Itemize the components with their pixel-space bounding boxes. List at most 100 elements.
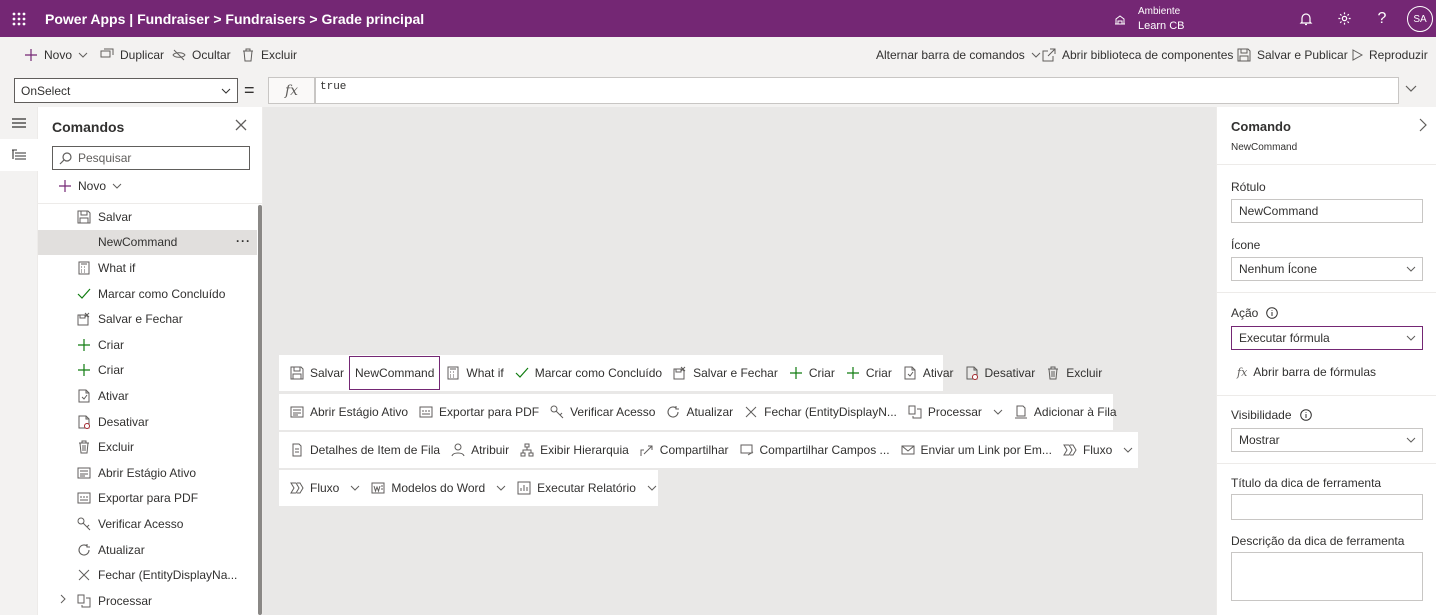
save-publish-button[interactable]: Salvar e Publicar [1237, 37, 1348, 73]
visibility-title-row: Visibilidade [1231, 408, 1312, 422]
tooltip-description-input[interactable] [1231, 552, 1423, 601]
delete-button[interactable]: Excluir [241, 37, 297, 73]
tooltip-title-input[interactable] [1231, 494, 1423, 520]
tree-item[interactable]: Processar [38, 588, 257, 614]
tree-item[interactable]: Desativar [38, 409, 257, 435]
action-dropdown-value: Executar fórmula [1239, 331, 1330, 345]
canvas-command-button[interactable]: Fluxo [284, 470, 365, 506]
tree-item[interactable]: Marcar como Concluído [38, 281, 257, 307]
fx-icon[interactable]: fx [268, 77, 315, 104]
canvas-command-button[interactable]: Compartilhar [634, 432, 734, 468]
more-options-icon[interactable]: ··· [236, 234, 251, 248]
canvas-command-button[interactable]: Detalhes de Item de Fila [284, 432, 445, 468]
play-button[interactable]: Reproduzir [1351, 37, 1428, 73]
word-icon [370, 480, 386, 496]
icon-dropdown[interactable]: Nenhum Ícone [1231, 257, 1423, 281]
user-avatar[interactable]: SA [1407, 6, 1433, 32]
save-icon [1237, 48, 1251, 62]
canvas-command-button[interactable]: Abrir Estágio Ativo [284, 394, 413, 430]
open-component-library-button[interactable]: Abrir biblioteca de componentes [1042, 37, 1233, 73]
tree-item[interactable]: Exportar para PDF [38, 486, 257, 512]
tree-item[interactable]: Criar [38, 358, 257, 384]
canvas-command-button[interactable]: Criar [783, 355, 840, 391]
tree-item[interactable]: Verificar Acesso [38, 511, 257, 537]
tree-item[interactable]: Ativar [38, 383, 257, 409]
canvas-command-button[interactable]: Atribuir [445, 432, 514, 468]
canvas-command-label: Criar [865, 366, 892, 380]
canvas-command-button[interactable]: Marcar como Concluído [509, 355, 667, 391]
formula-input[interactable]: true [315, 77, 1399, 104]
canvas-command-button[interactable]: Ativar [897, 355, 959, 391]
canvas-command-button[interactable]: Processar [902, 394, 1008, 430]
hamburger-menu-icon[interactable] [0, 107, 38, 139]
new-button[interactable]: Novo [24, 37, 88, 73]
toggle-command-bar-button[interactable]: Alternar barra de comandos [876, 37, 1041, 73]
canvas-command-button[interactable]: What if [440, 355, 508, 391]
action-title: Ação [1231, 306, 1259, 320]
tree-search-input[interactable]: Pesquisar [52, 146, 250, 170]
canvas-command-label: Exportar para PDF [439, 405, 540, 419]
tree-scrollbar[interactable] [258, 205, 262, 615]
trash-icon [76, 439, 92, 455]
tree-panel-title: Comandos [52, 119, 125, 135]
tree-item[interactable]: Salvar e Fechar [38, 306, 257, 332]
tree-item-label: Atualizar [98, 542, 145, 557]
label-input[interactable]: NewCommand [1231, 199, 1423, 223]
canvas-command-label: Adicionar à Fila [1033, 405, 1117, 419]
new-button-label: Novo [44, 48, 73, 62]
tree-item[interactable]: What if [38, 255, 257, 281]
open-formula-bar-link[interactable]: fx Abrir barra de fórmulas [1237, 365, 1376, 379]
tree-new-button[interactable]: Novo [58, 179, 122, 193]
visibility-dropdown[interactable]: Mostrar [1231, 428, 1423, 452]
canvas-command-button[interactable]: Fechar (EntityDisplayN... [738, 394, 902, 430]
close-icon[interactable] [235, 119, 247, 131]
help-icon[interactable]: ? [1364, 0, 1400, 37]
canvas-command-button[interactable]: Desativar [959, 355, 1041, 391]
property-dropdown[interactable]: OnSelect [14, 78, 238, 103]
tree-item[interactable]: NewCommand ··· [38, 229, 257, 256]
action-dropdown[interactable]: Executar fórmula [1231, 326, 1423, 350]
icon-title: Ícone [1231, 238, 1261, 252]
chevron-right-icon[interactable] [58, 594, 68, 604]
tree-item-label: NewCommand [98, 235, 178, 250]
canvas-command-button[interactable]: NewCommand [349, 356, 441, 390]
canvas-command-button[interactable]: Criar [840, 355, 897, 391]
canvas-command-button[interactable]: Compartilhar Campos ... [734, 432, 895, 468]
canvas-command-button[interactable]: Salvar [284, 355, 349, 391]
tree-item[interactable]: Excluir [38, 434, 257, 460]
property-value: OnSelect [21, 83, 71, 98]
canvas-command-button[interactable]: Enviar um Link por Em... [895, 432, 1057, 468]
tree-view-icon[interactable] [0, 139, 38, 171]
equals-sign: = [244, 80, 255, 100]
canvas-command-label: Criar [808, 366, 835, 380]
share-fields-icon [739, 442, 755, 458]
canvas-command-button[interactable]: Verificar Acesso [544, 394, 660, 430]
tree-item[interactable]: Criar [38, 332, 257, 358]
app-header: Power Apps | Fundraiser > Fundraisers > … [0, 0, 1436, 37]
tree-item[interactable]: Salvar [38, 204, 257, 230]
stage-icon [76, 465, 92, 481]
environment-picker[interactable]: Ambiente Learn CB [1112, 0, 1184, 37]
expand-formula-chevron-icon[interactable] [1404, 81, 1418, 95]
canvas-command-button[interactable]: Executar Relatório [511, 470, 662, 506]
tree-item[interactable]: Abrir Estágio Ativo [38, 460, 257, 486]
canvas-command-button[interactable]: Modelos do Word [365, 470, 511, 506]
close-icon [76, 567, 92, 583]
canvas-command-button[interactable]: Excluir [1040, 355, 1107, 391]
canvas-command-button[interactable]: Exibir Hierarquia [514, 432, 634, 468]
canvas-command-button[interactable]: Exportar para PDF [413, 394, 544, 430]
canvas-command-button[interactable]: Atualizar [660, 394, 738, 430]
duplicate-button[interactable]: Duplicar [100, 37, 164, 73]
canvas-command-button[interactable]: Adicionar à Fila [1008, 394, 1122, 430]
notifications-icon[interactable] [1288, 0, 1324, 37]
canvas-command-button[interactable]: Fluxo [1057, 432, 1138, 468]
hide-button[interactable]: Ocultar [172, 37, 231, 73]
tree-item[interactable]: Fechar (EntityDisplayNa... [38, 562, 257, 588]
app-launcher-icon[interactable] [0, 0, 37, 37]
canvas-command-button[interactable]: Salvar e Fechar [667, 355, 783, 391]
tree-item-label: Criar [98, 363, 124, 378]
chevron-right-icon[interactable] [1418, 118, 1428, 132]
tree-item[interactable]: Atualizar [38, 537, 257, 563]
settings-gear-icon[interactable] [1326, 0, 1362, 37]
canvas-area: Salvar NewCommand What if Marcar como Concl… [263, 107, 1216, 615]
